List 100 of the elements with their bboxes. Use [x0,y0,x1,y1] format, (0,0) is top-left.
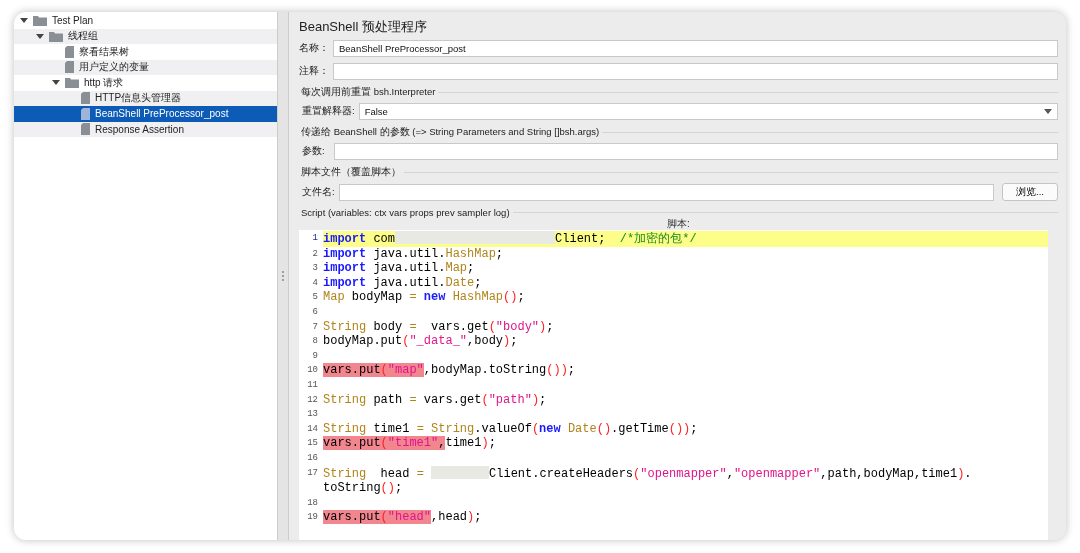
code-token: String [323,319,367,334]
code-token: vars.put [323,510,381,525]
document-icon [65,61,74,74]
browse-button[interactable]: 浏览... [1002,183,1058,201]
panel-title: BeanShell 预处理程序 [299,18,428,36]
tree-item[interactable]: 察看结果树 [14,44,277,60]
field-label: 文件名: [302,185,335,199]
code-token: ()) [546,363,568,378]
code-token: time1 [372,421,411,436]
code-token: ; [395,481,403,496]
splitter-handle[interactable] [277,12,289,540]
code-token: ) [957,466,965,481]
code-token: ( [531,421,540,436]
code-token: head [379,466,411,481]
code-token: HashMap [451,290,504,305]
tree-item[interactable]: HTTP信息头管理器 [14,90,277,106]
section-title: 每次调用前重置 bsh.Interpreter [301,86,436,99]
code-token: HashMap [445,246,496,261]
tree-item[interactable]: BeanShell PreProcessor_post [14,106,277,122]
code-token: () [503,290,518,305]
tree-item[interactable]: Test Plan [14,13,277,29]
code-editor[interactable] [299,230,1048,540]
editor-label: 脚本: [666,218,691,230]
code-token: "map" [387,363,424,378]
code-token: () [596,421,612,436]
code-token: = [409,290,417,305]
filename-field[interactable] [338,183,994,201]
code-token: , [726,466,734,481]
code-token: java.util. [372,275,446,290]
code-token: "openmapper" [733,466,821,481]
name-field[interactable]: BeanShell PreProcessor_post [333,40,1058,57]
code-token: ) [467,510,475,525]
code-token: ; [567,363,576,378]
code-token: .valueOf [474,421,532,436]
field-label: 名称： [299,42,329,55]
code-token: , [438,436,446,451]
code-token: ,bodyMap.toString [423,363,547,378]
expand-triangle-icon[interactable] [52,80,60,86]
document-icon [81,123,90,136]
folder-icon [49,30,63,42]
code-token: ,path,bodyMap,time1 [820,466,958,481]
code-token: ; [546,319,554,334]
code-token: vars.put [323,436,381,451]
code-token: ; [690,421,698,436]
code-token: Client.createHeaders [489,466,634,481]
code-token: path [372,392,404,407]
code-token: ,head [431,510,468,525]
tree-item[interactable]: 用户定义的变量 [14,59,277,75]
code-token: import [323,246,367,261]
code-token: Map [323,290,345,305]
code-token: .getTime [611,421,669,436]
code-token: bodyMap.put [323,334,403,349]
code-token: ; [495,246,504,261]
document-icon [81,107,90,120]
code-token: "_data_" [409,334,468,349]
tree-item[interactable]: http 请求 [14,75,277,91]
code-token: = [416,421,424,436]
code-token: ( [380,510,388,525]
code-token: String [430,421,475,436]
code-token: java.util. [372,261,446,276]
code-token: java.util. [372,246,446,261]
code-token: ( [402,334,410,349]
code-token: ( [633,466,641,481]
code-token: ) [531,392,540,407]
comment-field[interactable] [333,63,1058,80]
code-token: import [323,261,367,276]
code-token: String [323,466,367,481]
code-token: ; [517,290,525,305]
code-token: ,body [467,334,504,349]
expand-triangle-icon[interactable] [20,18,28,24]
tree-item[interactable]: 线程组 [14,28,277,44]
code-token: ) [539,319,547,334]
code-token: "body" [495,319,540,334]
code-token: "openmapper" [640,466,727,481]
section-title: Script (variables: ctx vars props prev sampler log) [301,207,510,218]
reset-dropdown[interactable]: False [358,103,1058,120]
code-token: Date [445,275,475,290]
code-token: ; [510,334,518,349]
field-label: 参数: [302,145,326,158]
caret-icon [1044,109,1052,114]
code-token: ( [488,319,496,334]
code-token: ( [481,392,489,407]
blurred-block [431,465,490,479]
parameters-field[interactable] [334,143,1058,160]
section-title: 传递给 BeanShell 的参数 (=> String Parameters and String []bsh.args) [301,126,600,139]
code-token: String [323,392,367,407]
document-icon [65,45,74,58]
code-token: Client; [555,232,607,246]
code-token: = [409,319,417,334]
code-token: import [323,232,367,246]
code-token: /*加密的包*/ [619,232,697,246]
code-token: ( [380,363,388,378]
field-label: 重置解释器: [302,105,355,118]
code-token: ; [467,261,475,276]
expand-triangle-icon[interactable] [36,33,44,39]
code-token: ; [474,510,482,525]
document-icon [81,92,90,105]
field-label: 注释： [299,65,329,78]
code-token: ( [380,436,388,451]
section-title: 脚本文件（覆盖脚本） [301,166,401,179]
